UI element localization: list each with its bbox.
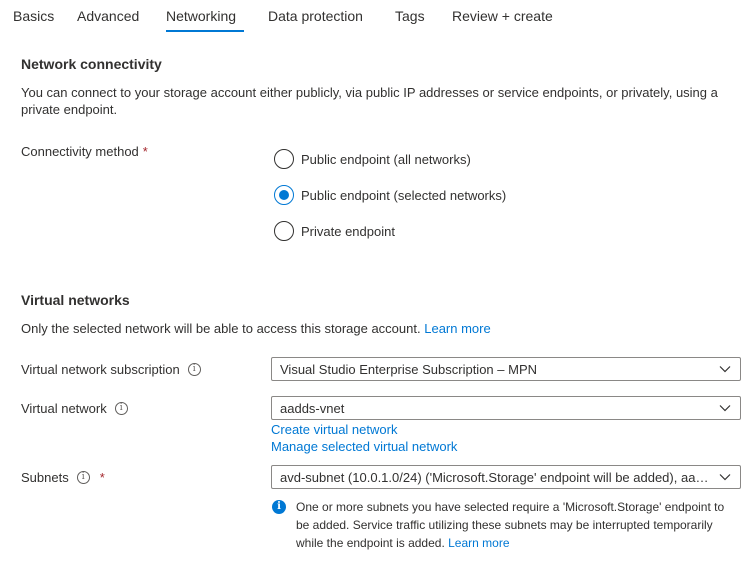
network-connectivity-heading: Network connectivity: [21, 56, 162, 72]
radio-button[interactable]: [274, 149, 294, 169]
required-asterisk: *: [142, 144, 148, 159]
dropdown-value: avd-subnet (10.0.1.0/24) ('Microsoft.Sto…: [280, 469, 710, 485]
vnet-subscription-dropdown[interactable]: Visual Studio Enterprise Subscription – …: [271, 357, 741, 381]
chevron-down-icon: [710, 466, 740, 488]
subnets-label-text: Subnets: [21, 470, 69, 485]
subnets-dropdown[interactable]: avd-subnet (10.0.1.0/24) ('Microsoft.Sto…: [271, 465, 741, 489]
vnet-label-text: Virtual network: [21, 401, 107, 416]
create-vnet-link[interactable]: Create virtual network: [271, 422, 397, 437]
virtual-networks-heading: Virtual networks: [21, 292, 130, 308]
subnets-label: Subnets i *: [21, 470, 105, 485]
vnet-dropdown[interactable]: aadds-vnet: [271, 396, 741, 420]
tab-networking[interactable]: Networking: [166, 8, 236, 24]
radio-button[interactable]: [274, 221, 294, 241]
dropdown-value: aadds-vnet: [280, 400, 345, 416]
info-icon[interactable]: i: [76, 471, 90, 484]
tab-advanced[interactable]: Advanced: [77, 8, 139, 24]
required-asterisk: *: [99, 470, 105, 485]
radio-label: Public endpoint (selected networks): [301, 187, 507, 203]
active-tab-indicator: [166, 30, 244, 32]
vnet-subscription-label: Virtual network subscription i: [21, 362, 201, 377]
tab-review-create[interactable]: Review + create: [452, 8, 553, 24]
vnet-label: Virtual network i: [21, 401, 128, 416]
info-learn-more-link[interactable]: Learn more: [448, 536, 509, 550]
radio-public-selected-networks[interactable]: Public endpoint (selected networks): [274, 185, 506, 205]
info-icon[interactable]: i: [187, 363, 201, 376]
info-message-text: One or more subnets you have selected re…: [296, 498, 736, 552]
info-icon[interactable]: i: [114, 402, 128, 415]
radio-public-all-networks[interactable]: Public endpoint (all networks): [274, 149, 471, 169]
connectivity-method-label-text: Connectivity method: [21, 144, 139, 159]
info-circle-icon: i: [272, 500, 286, 514]
radio-label: Private endpoint: [301, 223, 395, 239]
learn-more-link[interactable]: Learn more: [424, 321, 490, 336]
manage-vnet-link[interactable]: Manage selected virtual network: [271, 439, 457, 454]
virtual-networks-description: Only the selected network will be able t…: [21, 320, 491, 337]
network-connectivity-description: You can connect to your storage account …: [21, 85, 718, 117]
dropdown-value: Visual Studio Enterprise Subscription – …: [280, 361, 537, 377]
connectivity-method-label: Connectivity method *: [21, 144, 148, 159]
subnet-endpoint-info-message: i One or more subnets you have selected …: [271, 498, 741, 552]
radio-private-endpoint[interactable]: Private endpoint: [274, 221, 395, 241]
tab-bar: Basics Advanced Networking Data protecti…: [0, 0, 752, 36]
chevron-down-icon: [710, 397, 740, 419]
virtual-networks-description-text: Only the selected network will be able t…: [21, 321, 421, 336]
tab-data-protection[interactable]: Data protection: [268, 8, 363, 24]
tab-tags[interactable]: Tags: [395, 8, 425, 24]
radio-button-checked[interactable]: [274, 185, 294, 205]
vnet-subscription-label-text: Virtual network subscription: [21, 362, 180, 377]
radio-label: Public endpoint (all networks): [301, 151, 471, 167]
tab-basics[interactable]: Basics: [13, 8, 54, 24]
chevron-down-icon: [710, 358, 740, 380]
info-message-body: One or more subnets you have selected re…: [296, 500, 725, 550]
